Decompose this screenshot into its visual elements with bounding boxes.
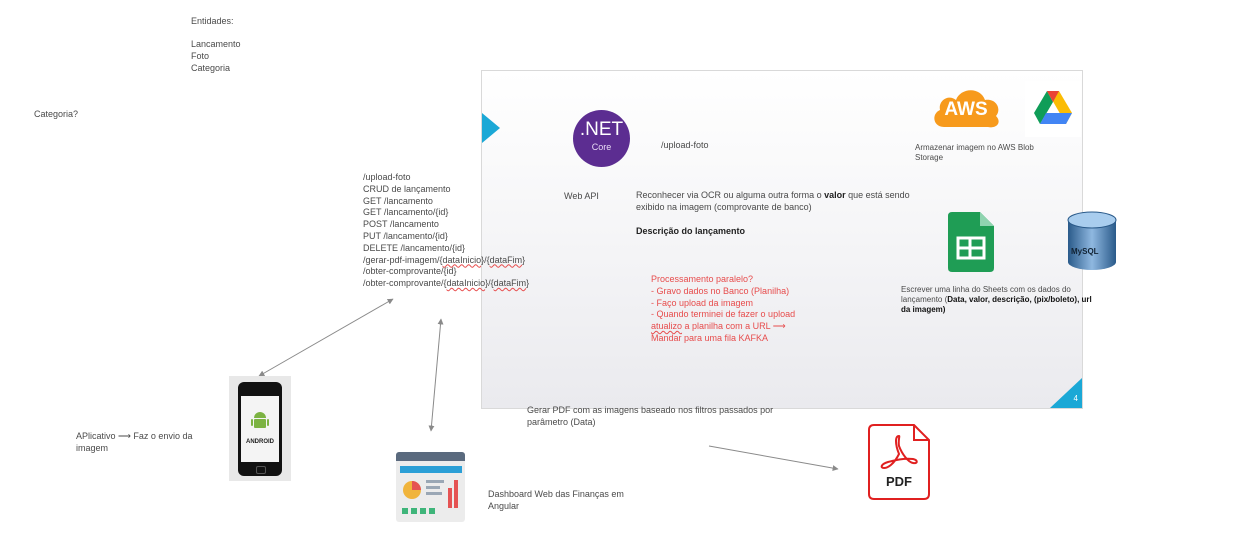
- parallel-processing-notes: Processamento paralelo? - Gravo dados no…: [651, 274, 795, 345]
- endpoint-gerar-pdf: /gerar-pdf-imagem/{dataInicio}/{dataFim}: [363, 255, 529, 267]
- mysql-database-icon: [1067, 211, 1117, 270]
- pdf-icon-label: PDF: [886, 474, 912, 489]
- aws-caption: Armazenar imagem no AWS Blob Storage: [915, 143, 1034, 162]
- android-robot-icon: [251, 412, 269, 428]
- dashboard-caption: Dashboard Web das Finanças em Angular: [488, 489, 624, 511]
- parallel-line-2: - Gravo dados no Banco (Planilha): [651, 285, 790, 296]
- description-title: Descrição do lançamento: [636, 226, 746, 236]
- ocr-text-bold: valor: [824, 190, 846, 200]
- endpoint-pdf-data-fim: dataFim: [489, 254, 523, 265]
- sheets-caption: Escrever uma linha do Sheets com os dado…: [901, 285, 1101, 315]
- endpoint-item: /obter-comprovante/{id}: [363, 266, 457, 277]
- arrow-api-dashboard: [428, 318, 444, 432]
- slide-marker-icon: [482, 113, 500, 143]
- endpoint-comp2-data-inicio: dataInicio: [446, 278, 486, 289]
- endpoint-item: /upload-foto: [363, 172, 411, 182]
- endpoint-pdf-data-inicio: dataInicio: [442, 254, 482, 265]
- dotnet-logo-bottom: Core: [591, 142, 612, 152]
- phone-body: ANDROID: [238, 382, 282, 476]
- upload-foto-label: /upload-foto: [661, 140, 709, 150]
- parallel-line-5-rest: a planilha com a URL ⟶: [682, 321, 786, 332]
- entities-title: Entidades:: [191, 16, 234, 26]
- endpoint-item: GET /lancamento: [363, 195, 433, 206]
- google-drive-tile: [1025, 81, 1081, 137]
- endpoint-obter-comprovante-range: /obter-comprovante/{dataInicio}/{dataFim…: [363, 278, 529, 290]
- google-drive-icon: [1034, 91, 1072, 124]
- endpoint-item: POST /lancamento: [363, 219, 439, 230]
- endpoints-list: /upload-foto CRUD de lançamento GET /lan…: [363, 172, 529, 290]
- pdf-caption: Gerar PDF com as imagens baseado nos fil…: [527, 405, 774, 427]
- ocr-text-before: Reconhecer via OCR ou alguma outra forma…: [636, 190, 825, 200]
- parallel-line-3: - Faço upload da imagem: [651, 297, 754, 308]
- parallel-line-1: Processamento paralelo?: [651, 274, 754, 284]
- arrow-api-app: [258, 298, 394, 377]
- dotnet-core-logo: .NET Core: [573, 110, 630, 167]
- endpoint-item: GET /lancamento/{id}: [363, 207, 449, 218]
- endpoint-pdf-mid: }/{: [481, 254, 490, 265]
- endpoint-comp2-mid: }/{: [485, 278, 494, 289]
- parallel-line-5-underlined: atualizo: [651, 321, 683, 332]
- endpoint-pdf-pre: /gerar-pdf-imagem/{: [363, 254, 443, 265]
- google-sheets-icon: [948, 212, 994, 272]
- parallel-line-6: Mandar para uma fila KAFKA: [651, 332, 769, 343]
- dashboard-web-icon: [396, 452, 465, 522]
- endpoint-comp2-end: }: [526, 278, 530, 289]
- endpoint-pdf-end: }: [522, 254, 526, 265]
- dashboard-chart-icon: [400, 466, 462, 514]
- endpoint-item: CRUD de lançamento: [363, 183, 451, 194]
- android-label: ANDROID: [246, 439, 274, 445]
- mysql-label: MySQL: [1071, 247, 1099, 256]
- dotnet-logo-top: .NET: [579, 119, 624, 140]
- endpoint-comp2-data-fim: dataFim: [493, 278, 527, 289]
- phone-screen: ANDROID: [241, 396, 279, 462]
- app-caption: APlicativo ⟶ Faz o envio da imagem: [76, 431, 193, 453]
- endpoint-item: PUT /lancamento/{id}: [363, 230, 448, 241]
- phone-home-button: [256, 466, 266, 474]
- ocr-description: Reconhecer via OCR ou alguma outra forma…: [636, 189, 916, 213]
- web-api-label: Web API: [564, 191, 599, 201]
- page-number: 4: [1073, 394, 1078, 403]
- dashboard-titlebar: [396, 452, 465, 461]
- arrow-pdf-text-to-pdf: [708, 445, 839, 472]
- endpoint-comp2-pre: /obter-comprovante/{: [363, 278, 447, 289]
- entity-categoria: Categoria: [191, 63, 231, 73]
- entity-foto: Foto: [191, 51, 210, 61]
- endpoint-item: DELETE /lancamento/{id}: [363, 242, 466, 253]
- entity-lancamento: Lancamento: [191, 39, 241, 49]
- android-phone-tile: ANDROID: [229, 376, 291, 481]
- aws-label: AWS: [944, 99, 988, 120]
- category-question: Categoria?: [34, 109, 79, 119]
- parallel-line-5: atualizo a planilha com a URL ⟶: [651, 321, 795, 333]
- parallel-line-4: - Quando terminei de fazer o upload: [651, 309, 796, 320]
